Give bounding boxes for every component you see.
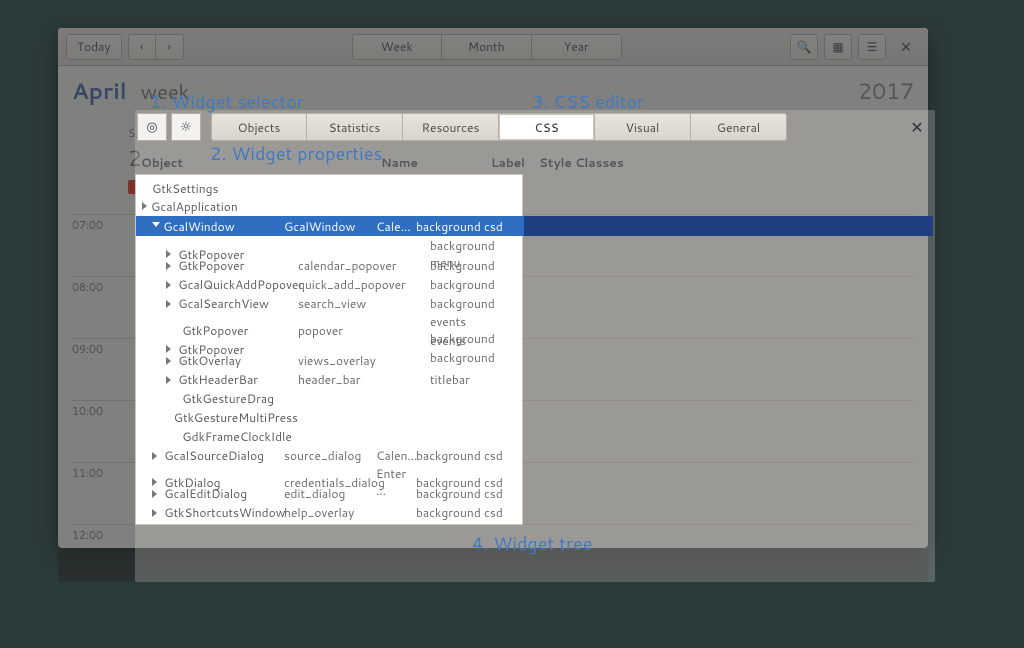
tree-row[interactable]: GcalSearchViewsearch_viewbackground [136, 294, 522, 313]
selected-row-bg-ext [524, 216, 933, 236]
tree-row[interactable]: GdkFrameClockIdle [136, 427, 522, 446]
inspector-tabs: Objects Statistics Resources CSS Visual … [211, 113, 787, 141]
tree-row[interactable]: GtkShortcutsWindowhelp_overlaybackground… [136, 503, 522, 522]
bulb-icon: ☼ [180, 118, 192, 136]
annotation-2: 2. Widget properties [210, 140, 382, 166]
tab-general[interactable]: General [691, 113, 787, 141]
expander-icon[interactable] [152, 509, 157, 517]
tree-row[interactable]: GtkSettings [142, 179, 522, 197]
tree-row[interactable]: GtkGestureMultiPress [136, 408, 522, 427]
col-label: Label [491, 154, 539, 171]
expander-icon[interactable] [152, 222, 160, 231]
tree-row[interactable]: GcalSourceDialogsource_dialogCalen…backg… [136, 446, 522, 465]
target-icon: ◎ [146, 118, 157, 136]
expander-icon[interactable] [142, 202, 147, 210]
tab-resources[interactable]: Resources [403, 113, 499, 141]
tree-row[interactable]: GcalEditDialogedit_dialogbackground csd [136, 484, 522, 503]
annotation-1: 1. Widget selector [150, 88, 304, 114]
tree-row[interactable]: GtkDialogcredentials_dialogEnter …backgr… [136, 465, 522, 484]
annotation-4: 4. Widget tree [472, 530, 592, 556]
col-style: Style Classes [539, 154, 739, 171]
inspector-close-button[interactable] [901, 113, 933, 141]
tree-row[interactable]: GtkPopovercalendar_popoverbackground [136, 256, 522, 275]
tab-css[interactable]: CSS [499, 113, 595, 141]
tree-row[interactable]: GcalQuickAddPopoverquick_add_popoverback… [136, 275, 522, 294]
expander-icon[interactable] [152, 452, 157, 460]
tree-row[interactable]: GtkPopoverpopoverevents background [136, 313, 522, 332]
expander-icon[interactable] [166, 357, 171, 365]
col-name: Name [381, 154, 491, 171]
expander-icon[interactable] [152, 490, 157, 498]
tree-row[interactable]: GtkGestureDrag [136, 389, 522, 408]
expander-icon[interactable] [166, 300, 171, 308]
widget-picker-button[interactable]: ◎ [137, 113, 167, 141]
tab-objects[interactable]: Objects [211, 113, 307, 141]
inspector-toolbar: ◎ ☼ Objects Statistics Resources CSS Vis… [135, 110, 935, 144]
tab-visual[interactable]: Visual [595, 113, 691, 141]
expander-icon[interactable] [166, 281, 171, 289]
tree-row-selected[interactable]: GcalWindow GcalWindow Calen… background … [136, 216, 523, 236]
expander-icon[interactable] [166, 262, 171, 270]
annotation-3: 3. CSS editor [532, 88, 644, 114]
tree-row[interactable]: GtkHeaderBarheader_bartitlebar [136, 370, 522, 389]
tree-row[interactable]: GcalApplication [142, 197, 522, 215]
flash-widget-button[interactable]: ☼ [171, 113, 201, 141]
tree-row[interactable]: GtkPopoverbackground menu [136, 237, 522, 256]
tab-statistics[interactable]: Statistics [307, 113, 403, 141]
expander-icon[interactable] [166, 376, 171, 384]
